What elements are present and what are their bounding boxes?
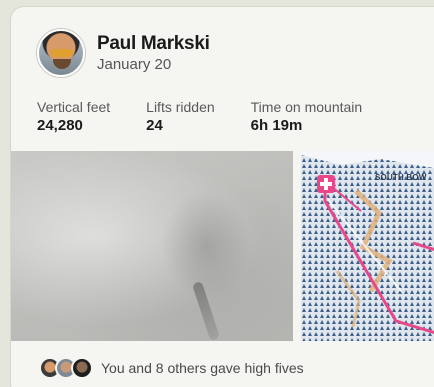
athlete-avatar[interactable] — [37, 29, 85, 77]
stats-row: Vertical feet 24,280 Lifts ridden 24 Tim… — [37, 99, 398, 134]
stat-lifts-ridden: Lifts ridden 24 — [146, 99, 214, 134]
stat-time-on-mountain: Time on mountain 6h 19m — [251, 99, 363, 134]
stat-value: 6h 19m — [250, 117, 303, 134]
stat-label: Lifts ridden — [146, 99, 215, 115]
stat-label: Time on mountain — [250, 99, 363, 115]
stat-value: 24 — [146, 117, 163, 134]
activity-photo[interactable] — [11, 151, 293, 341]
beard-shape — [53, 59, 71, 69]
athlete-name[interactable]: Paul Markski — [97, 33, 210, 55]
activity-date: January 20 — [97, 56, 172, 73]
kudos-avatar — [71, 357, 93, 379]
kudos-text[interactable]: You and 8 others gave high fives — [101, 360, 304, 376]
stat-vertical-feet: Vertical feet 24,280 — [37, 99, 110, 134]
stat-value: 24,280 — [37, 117, 83, 134]
first-aid-cross-icon — [317, 175, 335, 193]
goggle-shape — [51, 49, 73, 57]
photo-shadow — [161, 191, 251, 301]
map-area-label: SOUTH BOW — [375, 173, 427, 182]
stat-label: Vertical feet — [37, 99, 111, 115]
route-map[interactable]: SOUTH BOW — [301, 151, 434, 341]
activity-card[interactable]: Paul Markski January 20 Vertical feet 24… — [10, 6, 434, 387]
activity-header: Paul Markski January 20 — [37, 29, 210, 77]
name-block: Paul Markski January 20 — [97, 33, 210, 73]
kudos-bar[interactable]: You and 8 others gave high fives — [39, 357, 304, 379]
